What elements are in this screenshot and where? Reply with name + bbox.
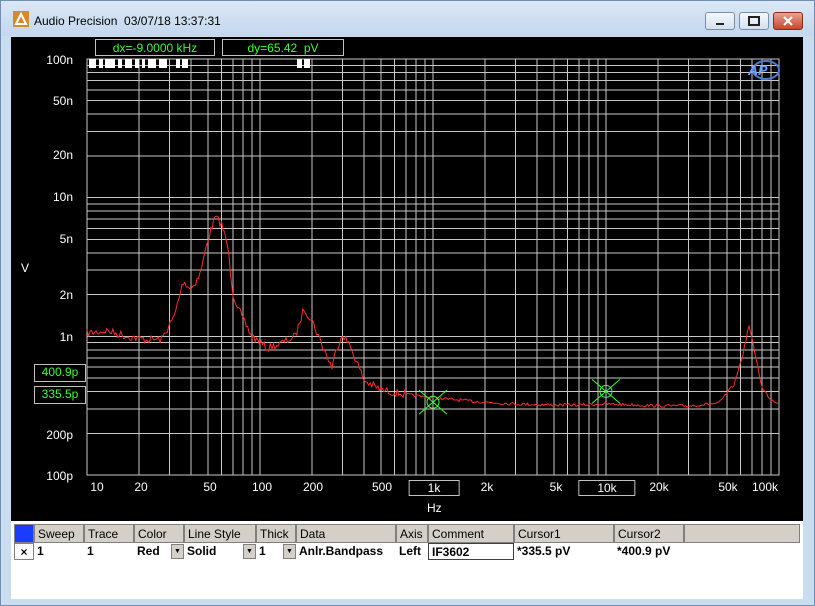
y-tick-label: 1n: [59, 330, 73, 344]
header-thick[interactable]: Thick: [256, 524, 296, 543]
x-tick-label: 100k: [751, 480, 779, 494]
overload-marker: [304, 59, 310, 68]
window-title: Audio Precision 03/07/18 13:37:31: [34, 14, 221, 28]
y-axis-label: V: [21, 261, 30, 275]
audio-precision-app-icon: [13, 11, 29, 27]
y-tick-label: 100n: [46, 53, 73, 67]
header-data[interactable]: Data: [296, 524, 396, 543]
header-line-style[interactable]: Line Style: [184, 524, 256, 543]
x-tick-label: 50k: [718, 480, 738, 494]
overload-marker: [105, 59, 115, 68]
plot-area[interactable]: [11, 37, 803, 521]
header-trace[interactable]: Trace: [84, 524, 134, 543]
maximize-icon: [748, 16, 760, 26]
cursor1-value-box: 335.5p: [34, 386, 86, 404]
header-filler: [684, 524, 800, 543]
x-tick-label: 20k: [649, 480, 669, 494]
overload-marker: [125, 59, 132, 68]
cell-data[interactable]: Anlr.Bandpass: [296, 543, 396, 560]
svg-text:AP: AP: [747, 62, 768, 78]
close-icon: [783, 16, 793, 26]
y-tick-label: 10n: [52, 190, 73, 204]
y-tick-label: 100p: [46, 469, 73, 483]
cursor2-value-box: 400.9p: [34, 364, 86, 382]
header-axis[interactable]: Axis: [396, 524, 428, 543]
y-tick-label: 5n: [59, 232, 73, 246]
minimize-button[interactable]: [705, 12, 735, 30]
y-tick-label: 20n: [52, 148, 73, 162]
cell-sweep[interactable]: 1: [34, 543, 84, 560]
header-sweep[interactable]: Sweep: [34, 524, 84, 543]
cell-comment[interactable]: IF3602: [428, 543, 514, 560]
x-tick-label: 20: [134, 480, 148, 494]
overload-marker: [135, 59, 139, 68]
cursor1-x-tick-label: 1k: [408, 480, 460, 496]
y-tick-label: 50n: [52, 94, 73, 108]
x-tick-label: 10: [90, 480, 104, 494]
app-window: Audio Precision 03/07/18 13:37:31 dx=-9.…: [0, 0, 815, 606]
cell-color[interactable]: Red ▼: [134, 543, 184, 560]
thick-value: 1: [259, 544, 266, 558]
maximize-button[interactable]: [739, 12, 769, 30]
ap-logo: AP: [747, 60, 780, 80]
x-tick-label: 500: [371, 480, 393, 494]
minimize-icon: [716, 23, 724, 25]
cell-cursor1[interactable]: *335.5 pV: [514, 543, 614, 560]
overload-marker: [182, 59, 188, 68]
overload-marker: [159, 59, 167, 68]
y-tick-label: 200p: [46, 428, 73, 442]
overload-marker: [89, 59, 96, 68]
x-tick-label: 200: [302, 480, 324, 494]
overload-marker: [148, 59, 156, 68]
color-dropdown-icon[interactable]: ▼: [171, 544, 184, 559]
cell-line-style[interactable]: Solid ▼: [184, 543, 256, 560]
cell-axis[interactable]: Left: [396, 543, 428, 560]
y-tick-label: 2n: [59, 288, 73, 302]
overload-marker: [118, 59, 122, 68]
cell-cursor2[interactable]: *400.9 pV: [614, 543, 684, 560]
row-enable-checkbox[interactable]: ×: [14, 543, 34, 560]
x-axis-label: Hz: [427, 501, 442, 515]
cell-thick[interactable]: 1 ▼: [256, 543, 296, 560]
trace-table: Sweep Trace Color Line Style Thick Data …: [11, 521, 803, 599]
title-bar[interactable]: Audio Precision 03/07/18 13:37:31: [1, 1, 814, 36]
cursor2-x-tick-label: 10k: [578, 480, 636, 496]
line-style-value: Solid: [187, 544, 217, 558]
cell-trace[interactable]: 1: [84, 543, 134, 560]
close-button[interactable]: [773, 12, 803, 30]
x-tick-label: 50: [203, 480, 217, 494]
overload-marker: [142, 59, 145, 68]
header-cursor2[interactable]: Cursor2: [614, 524, 684, 543]
thick-dropdown-icon[interactable]: ▼: [283, 544, 296, 559]
line-style-dropdown-icon[interactable]: ▼: [243, 544, 256, 559]
overload-marker: [297, 59, 302, 68]
header-color[interactable]: Color: [134, 524, 184, 543]
x-tick-label: 100: [251, 480, 273, 494]
header-comment[interactable]: Comment: [428, 524, 514, 543]
table-corner-swatch[interactable]: [14, 524, 34, 543]
overload-marker: [176, 59, 180, 68]
graph-panel: dx=-9.0000 kHz dy=65.42 pV AP V Hz 100n …: [11, 37, 803, 599]
x-tick-label: 5k: [549, 480, 563, 494]
overload-marker: [99, 59, 103, 68]
x-tick-label: 2k: [480, 480, 494, 494]
color-value: Red: [137, 544, 160, 558]
header-cursor1[interactable]: Cursor1: [514, 524, 614, 543]
